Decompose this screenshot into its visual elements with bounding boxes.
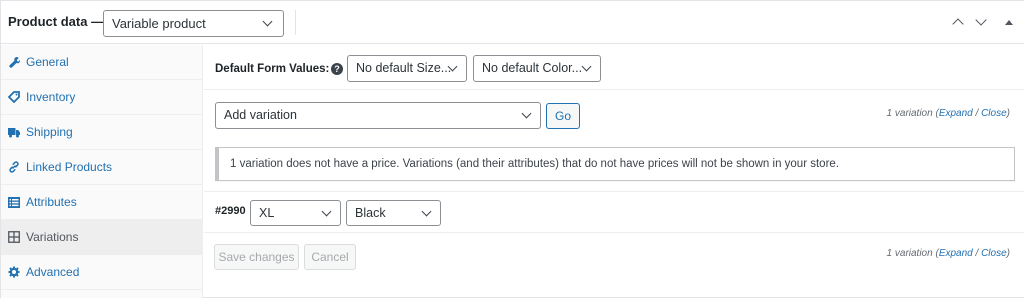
expand-link[interactable]: Expand [939,248,973,259]
panel-title: Product data — [8,14,105,29]
panel-header: Product data — Variable product [1,1,1024,44]
tab-label: Attributes [26,195,77,209]
link-icon [8,161,20,173]
move-down-button[interactable] [973,14,989,30]
tab-advanced[interactable]: Advanced [1,255,203,290]
tab-general[interactable]: General [1,45,203,80]
variations-panel: Default Form Values: ? No default Size..… [204,45,1024,298]
tab-label: General [26,55,69,69]
variation-id: #2990 [215,205,246,217]
chevron-down-icon [262,16,273,27]
close-link[interactable]: Close [981,248,1007,259]
variation-count: 1 variation (Expand / Close) [886,108,1010,119]
missing-price-notice: 1 variation does not have a price. Varia… [215,147,1015,181]
tab-shipping[interactable]: Shipping [1,115,203,150]
chevron-down-icon [581,61,592,72]
toggle-panel-button[interactable] [1001,14,1017,30]
list-icon [8,196,20,208]
variation-color-select[interactable]: Black [346,200,441,226]
grid-icon [8,231,20,243]
close-link[interactable]: Close [981,108,1007,119]
help-icon[interactable]: ? [331,63,343,75]
tab-label: Inventory [26,90,76,104]
product-data-tabs: General Inventory Shipping Linked Produc… [1,45,203,298]
product-type-select[interactable]: Variable product [103,10,284,37]
default-form-values-row: Default Form Values: ? No default Size..… [204,45,1024,90]
variation-count-bottom: 1 variation (Expand / Close) [886,248,1010,259]
tab-label: Advanced [26,265,80,279]
header-divider [295,10,296,35]
tab-linked-products[interactable]: Linked Products [1,150,203,185]
triangle-up-icon [1005,20,1013,25]
variation-count-text: 1 variation [886,248,933,259]
tab-label: Shipping [26,125,73,139]
variation-size-select[interactable]: XL [250,200,341,226]
tab-variations[interactable]: Variations [1,220,203,255]
default-form-values-label: Default Form Values: [215,63,330,75]
save-changes-button[interactable]: Save changes [214,244,299,270]
variation-row[interactable]: #2990 XL Black [204,191,1024,233]
tab-attributes[interactable]: Attributes [1,185,203,220]
add-variation-select[interactable]: Add variation [215,102,541,129]
tab-label: Variations [26,230,79,244]
default-color-select[interactable]: No default Color... [473,55,601,82]
cancel-button[interactable]: Cancel [304,244,356,270]
product-type-value: Variable product [112,16,206,31]
variation-size-value: XL [259,206,275,220]
chevron-down-icon [975,14,987,26]
chevron-up-icon [952,18,964,30]
tab-inventory[interactable]: Inventory [1,80,203,115]
chevron-down-icon [321,206,332,217]
move-up-button[interactable] [950,14,966,30]
gear-icon [8,266,20,278]
default-size-select[interactable]: No default Size... [347,55,467,82]
chevron-down-icon [421,206,432,217]
product-data-panel: Product data — Variable product General [0,0,1024,298]
tab-label: Linked Products [26,160,113,174]
chevron-down-icon [521,108,532,119]
expand-link[interactable]: Expand [939,108,973,119]
default-size-value: No default Size... [356,61,452,75]
default-color-value: No default Color... [482,61,583,75]
tag-icon [8,91,20,103]
wrench-icon [8,56,20,68]
truck-icon [8,126,20,138]
variation-color-value: Black [355,206,386,220]
add-variation-value: Add variation [224,108,297,122]
variation-count-text: 1 variation [886,108,933,119]
go-button[interactable]: Go [546,103,580,129]
